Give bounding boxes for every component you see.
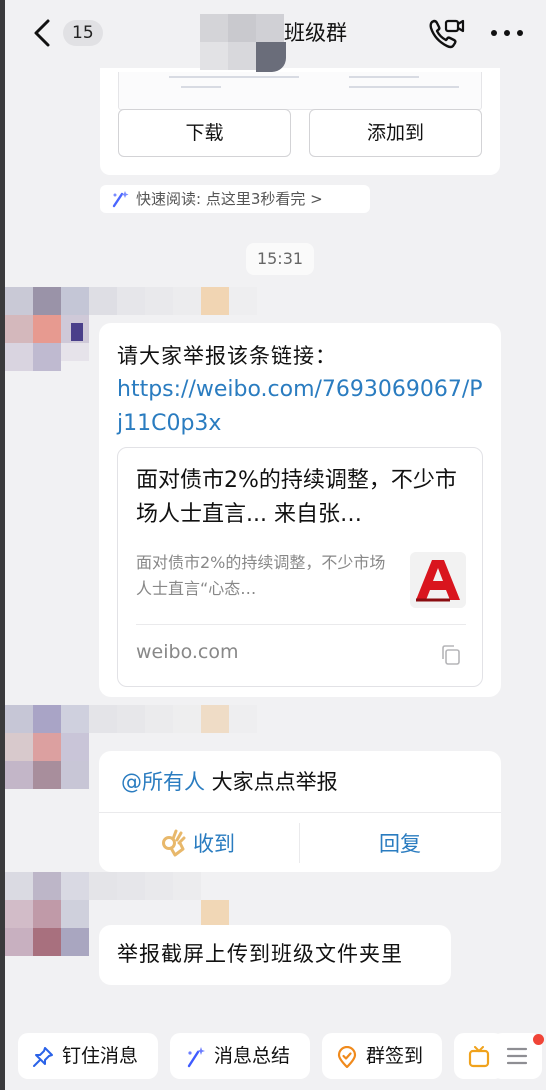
chat-header: 15 班级群 [0, 0, 546, 72]
chip-label: 钉住消息 [62, 1045, 139, 1067]
weibo-link[interactable]: https://weibo.com/7693069067/Pj11C0p3x [117, 373, 487, 441]
more-dots-icon [491, 30, 523, 36]
download-button[interactable]: 下载 [118, 109, 291, 157]
message-bubble-mention[interactable]: @所有人 大家点点举报 收到 回复 [99, 751, 501, 872]
back-button[interactable] [28, 16, 58, 50]
divider [299, 823, 300, 863]
link-preview-card[interactable]: 面对债市2%的持续调整，不少市场人士直言... 来自张… 面对债市2%的持续调整… [117, 447, 483, 687]
message-text: @所有人 大家点点举报 [121, 765, 338, 799]
weibo-thumbnail-icon [410, 552, 466, 608]
file-preview[interactable] [118, 72, 482, 110]
link-preview-thumbnail [410, 552, 466, 608]
message-bubble-report-link[interactable]: 请大家举报该条链接： https://weibo.com/7693069067/… [99, 323, 501, 697]
window-edge [0, 0, 5, 1090]
sparkle-icon [187, 1047, 205, 1068]
message-text: 请大家举报该条链接： [117, 344, 337, 368]
chip-label: 消息总结 [214, 1045, 291, 1067]
title-blurred [200, 6, 286, 72]
ok-hand-icon [162, 829, 186, 857]
link-preview-domain: weibo.com [136, 641, 239, 663]
message-summary-chip[interactable]: 消息总结 [170, 1033, 310, 1079]
link-preview-description: 面对债市2%的持续调整，不少市场人士直言“心态… [136, 553, 386, 598]
pin-icon [33, 1047, 53, 1067]
mention-all[interactable]: @所有人 [121, 770, 205, 794]
group-checkin-chip[interactable]: 群签到 [322, 1033, 442, 1079]
chip-label: 群签到 [366, 1045, 424, 1067]
unread-count-badge: 15 [63, 20, 103, 46]
phone-video-icon [429, 19, 465, 49]
link-preview-title: 面对债市2%的持续调整，不少市场人士直言... 来自张… [136, 468, 457, 527]
quick-read-label: 快速阅读: 点这里3秒看完 > [136, 190, 323, 208]
add-to-button[interactable]: 添加到 [309, 109, 482, 157]
timestamp: 15:31 [246, 243, 314, 275]
acknowledge-button[interactable]: 收到 [193, 827, 235, 861]
message-body: 大家点点举报 [205, 770, 338, 794]
chevron-left-icon [34, 19, 50, 47]
message-text: 举报截屏上传到班级文件夹里 [117, 942, 403, 966]
quick-actions-bar: 钉住消息 消息总结 群签到 [0, 1022, 546, 1090]
location-pin-icon [337, 1046, 357, 1068]
copy-icon[interactable] [440, 644, 462, 666]
divider [136, 624, 466, 625]
pin-message-chip[interactable]: 钉住消息 [18, 1033, 158, 1079]
reply-button[interactable]: 回复 [379, 827, 421, 861]
sparkle-icon [112, 191, 129, 208]
live-tv-icon [468, 1046, 490, 1068]
hamburger-icon [506, 1047, 528, 1065]
message-bubble-upload[interactable]: 举报截屏上传到班级文件夹里 [99, 925, 451, 985]
video-call-button[interactable] [426, 16, 466, 52]
more-button[interactable] [488, 22, 528, 44]
quick-read-button[interactable]: 快速阅读: 点这里3秒看完 > [100, 185, 370, 213]
chat-title: 班级群 [284, 21, 347, 45]
divider [99, 812, 501, 813]
notification-dot [533, 1034, 544, 1045]
